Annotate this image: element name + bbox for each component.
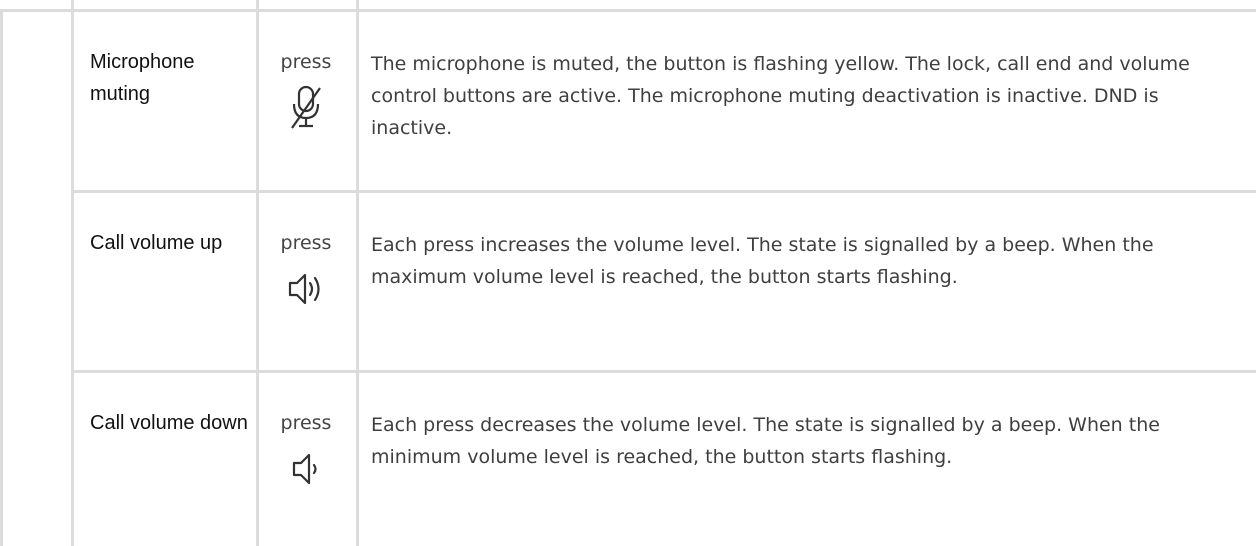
function-description: The microphone is muted, the button is f… [371, 53, 1190, 139]
action-cell: press [256, 46, 356, 132]
action-label: press [280, 412, 332, 434]
microphone-muted-icon [291, 85, 321, 129]
volume-down-icon [292, 453, 317, 485]
function-name: Call volume down [90, 412, 248, 434]
button-function-table: Microphone muting press The microphone i… [0, 0, 1256, 546]
function-description: Each press decreases the volume level. T… [371, 414, 1160, 468]
table-row: Call volume down press Each press decrea… [74, 373, 1256, 546]
action-cell: press [256, 407, 356, 493]
function-name: Microphone muting [90, 51, 195, 105]
table-border-left [0, 12, 3, 546]
function-name: Call volume up [90, 232, 223, 254]
table-row: Microphone muting press The microphone i… [74, 12, 1256, 190]
action-cell: press [256, 227, 356, 313]
action-label: press [280, 232, 332, 254]
function-description: Each press increases the volume level. T… [371, 234, 1154, 288]
action-label: press [280, 51, 332, 73]
volume-up-icon [288, 273, 320, 305]
table-row: Call volume up press Each press increase… [74, 193, 1256, 370]
